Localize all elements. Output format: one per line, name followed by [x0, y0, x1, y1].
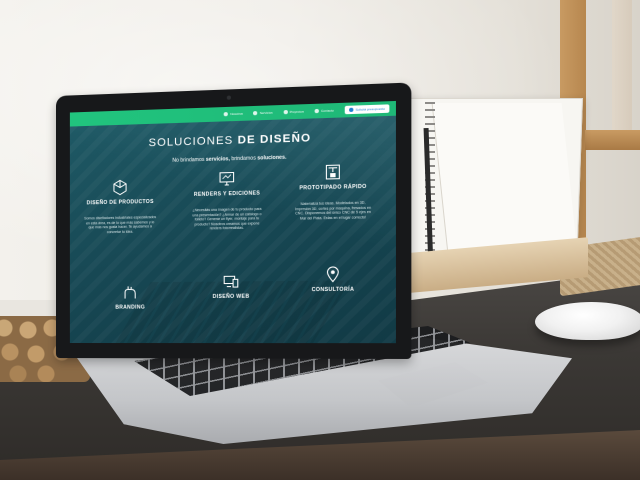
service-card-prototipado[interactable]: PROTOTIPADO RÁPIDO Materializá tus ideas… — [282, 162, 385, 221]
nav-item-servicios[interactable]: Servicios — [253, 110, 272, 115]
nav-label: Contacto — [321, 108, 334, 113]
quote-button[interactable]: Solicitá presupuesto — [345, 104, 390, 114]
printer-3d-icon — [324, 163, 341, 180]
nav-item-contacto[interactable]: Contacto — [315, 108, 334, 113]
mail-icon — [315, 109, 319, 113]
search-icon — [349, 108, 353, 112]
service-card-branding[interactable]: BRANDING — [82, 284, 179, 311]
nav-item-nosotros[interactable]: Nosotros — [224, 112, 243, 117]
nav-label: Servicios — [260, 110, 273, 115]
subtitle-emphasis: soluciones. — [257, 155, 286, 162]
folder-icon — [283, 110, 287, 114]
gear-icon — [253, 111, 257, 115]
service-name: DISEÑO DE PRODUCTOS — [72, 199, 169, 207]
nav-item-proyectos[interactable]: Proyectos — [283, 109, 304, 114]
service-card-consultoria[interactable]: CONSULTORÍA — [282, 265, 385, 293]
background-post — [612, 0, 632, 150]
laptop-screen: Nosotros Servicios Proyectos Contacto So… — [70, 101, 396, 343]
service-name: CONSULTORÍA — [282, 286, 385, 293]
service-name: PROTOTIPADO RÁPIDO — [282, 183, 385, 192]
laptop-lid: Nosotros Servicios Proyectos Contacto So… — [56, 82, 411, 359]
subtitle-emphasis: servicios, — [206, 156, 230, 163]
devices-icon — [223, 273, 240, 290]
subtitle-part: brindamos — [231, 155, 256, 162]
service-name: DISEÑO WEB — [181, 293, 281, 300]
monitor-icon — [218, 170, 235, 187]
title-bold: DE DISEÑO — [238, 132, 312, 147]
wooden-easel-bar — [585, 130, 640, 150]
users-icon — [224, 112, 228, 116]
service-description: Materializá tus ideas. Modelados en 3D, … — [282, 200, 385, 221]
wireless-mouse — [535, 302, 640, 340]
webcam — [227, 96, 231, 100]
quote-button-label: Solicitá presupuesto — [356, 107, 385, 112]
service-description: ¿Necesitás una imagen de tu producto par… — [177, 207, 277, 232]
nav-label: Proyectos — [290, 109, 304, 114]
nav-label: Nosotros — [230, 112, 243, 117]
pin-icon — [324, 266, 341, 283]
service-description: Somos diseñadores industriales especiali… — [72, 215, 169, 235]
hand-icon — [122, 284, 138, 300]
subtitle-part: No brindamos — [172, 157, 204, 164]
service-card-diseno-productos[interactable]: DISEÑO DE PRODUCTOS Somos diseñadores in… — [72, 178, 169, 235]
service-card-diseno-web[interactable]: DISEÑO WEB — [181, 273, 281, 301]
service-name: RENDERS Y EDICIONES — [177, 190, 277, 198]
cube-icon — [112, 179, 128, 196]
title-light: SOLUCIONES — [149, 134, 234, 149]
service-name: BRANDING — [82, 304, 179, 311]
service-card-renders[interactable]: RENDERS Y EDICIONES ¿Necesitás una image… — [177, 169, 277, 232]
photo-scene: Nosotros Servicios Proyectos Contacto So… — [0, 0, 640, 480]
